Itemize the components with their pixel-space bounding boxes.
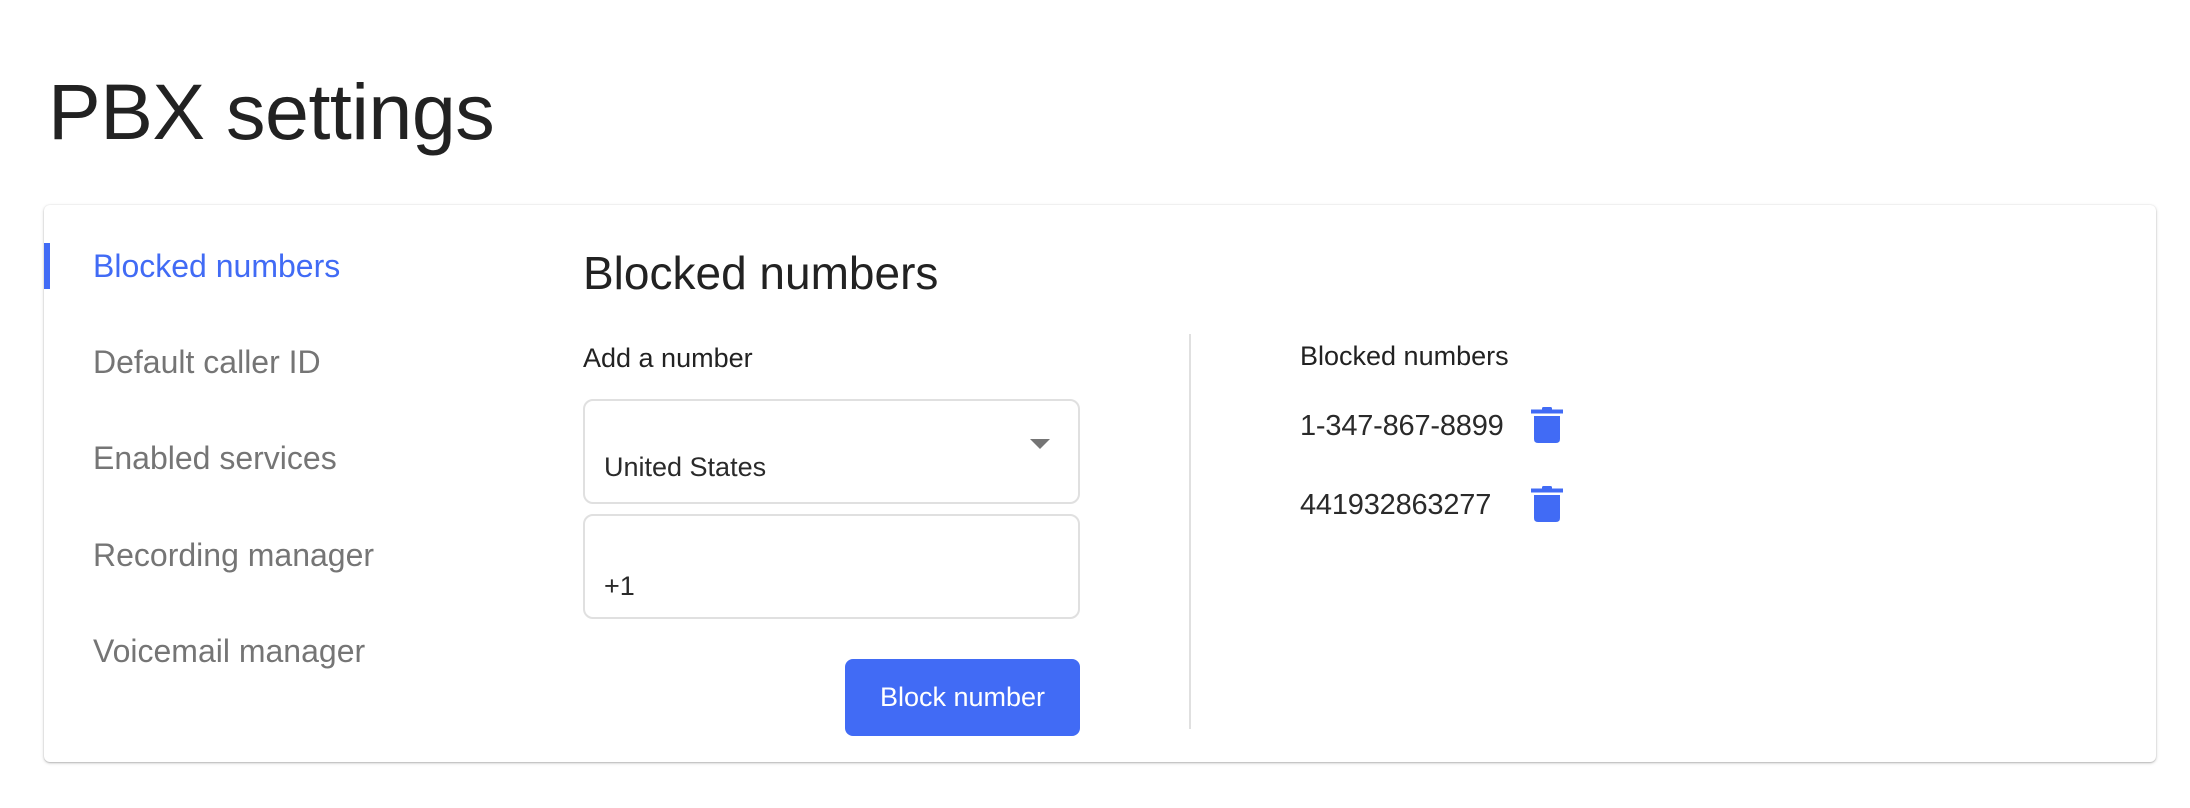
- active-nav-indicator: [44, 243, 50, 289]
- country-select-value: United States: [604, 452, 767, 482]
- nav-item-recording-manager[interactable]: Recording manager: [93, 532, 374, 578]
- country-select[interactable]: United States: [583, 399, 1080, 504]
- blocked-number-value: 441932863277: [1300, 489, 1492, 521]
- nav-item-enabled-services[interactable]: Enabled services: [93, 435, 337, 481]
- section-title: Blocked numbers: [583, 247, 939, 299]
- phone-number-field[interactable]: [583, 514, 1080, 619]
- add-number-label: Add a number: [583, 343, 753, 373]
- blocked-number-item: 1-347-867-8899: [1300, 406, 1620, 446]
- arrow-drop-down-icon: [1030, 439, 1050, 449]
- delete-blocked-number-button[interactable]: [1530, 485, 1564, 523]
- page-title: PBX settings: [48, 67, 495, 156]
- block-number-button[interactable]: Block number: [845, 659, 1080, 736]
- blocked-number-item: 441932863277: [1300, 485, 1620, 525]
- nav-item-default-caller-id[interactable]: Default caller ID: [93, 339, 321, 385]
- nav-item-voicemail-manager[interactable]: Voicemail manager: [93, 628, 365, 674]
- blocked-number-value: 1-347-867-8899: [1300, 410, 1504, 442]
- delete-blocked-number-button[interactable]: [1530, 406, 1564, 444]
- blocked-list-heading: Blocked numbers: [1300, 341, 1509, 371]
- trash-icon: [1531, 407, 1563, 443]
- nav-item-blocked-numbers[interactable]: Blocked numbers: [93, 243, 340, 289]
- settings-card: Blocked numbers Default caller ID Enable…: [44, 205, 2156, 762]
- phone-number-input[interactable]: [604, 568, 1044, 604]
- trash-icon: [1531, 486, 1563, 522]
- column-divider: [1189, 334, 1191, 729]
